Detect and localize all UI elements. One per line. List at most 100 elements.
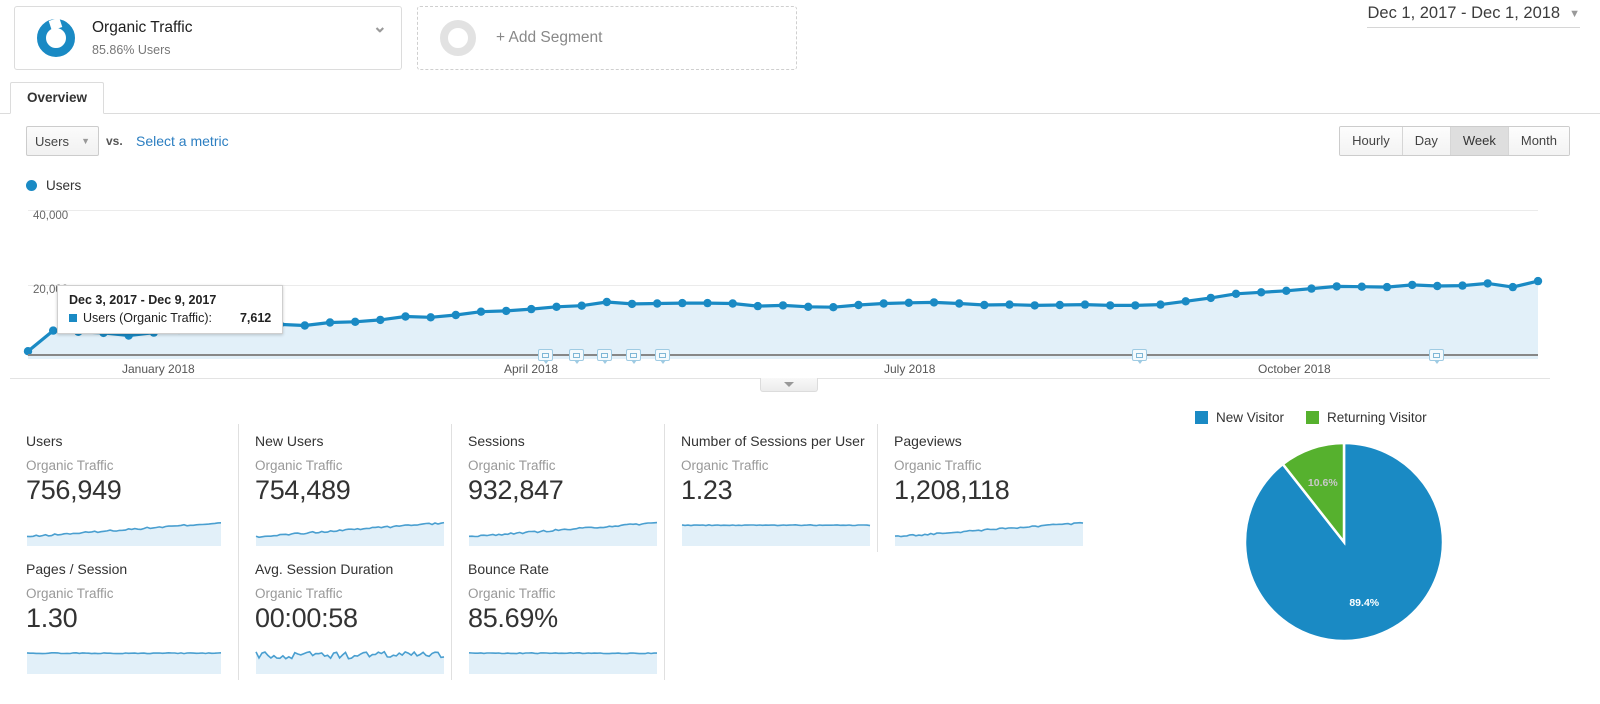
metric-card-value: 1,208,118 xyxy=(894,475,1010,505)
chevron-down-icon[interactable]: ▼ xyxy=(1569,8,1580,20)
metric-card-sparkline xyxy=(681,523,871,546)
segment-donut-empty-icon xyxy=(440,20,476,56)
metric-card-segment: Organic Traffic xyxy=(468,458,556,473)
legend-swatch-returning-visitor-icon xyxy=(1306,411,1320,424)
metric-card-sparkline xyxy=(468,651,657,674)
metric-card-value: 754,489 xyxy=(255,475,351,505)
tooltip-series-swatch-icon xyxy=(69,314,77,322)
metric-card-segment: Organic Traffic xyxy=(26,458,114,473)
annotation-marker-glyph xyxy=(572,353,580,358)
metric-card-sparkline xyxy=(26,651,222,674)
pie-slice-label-new-visitor: 89.4% xyxy=(1349,596,1380,609)
metric-selector-row: Users ▼ vs. Select a metric Hourly Day W… xyxy=(0,126,1600,164)
metric-card-segment: Organic Traffic xyxy=(255,458,343,473)
add-segment-label: + Add Segment xyxy=(496,29,603,46)
metric-card-sessions[interactable]: Sessions Organic Traffic 932,847 xyxy=(451,424,664,552)
visitor-type-legend: New Visitor Returning Visitor xyxy=(1195,410,1427,425)
visitor-type-pie-chart[interactable]: 89.4% 10.6% xyxy=(1243,441,1445,647)
segment-name: Organic Traffic xyxy=(92,18,193,36)
chart-collapse-handle[interactable] xyxy=(760,378,818,392)
annotation-marker-glyph xyxy=(542,353,550,358)
metric-card-title: Bounce Rate xyxy=(468,561,549,577)
tab-strip: Overview xyxy=(0,82,1600,114)
metric-card-sparkline xyxy=(468,521,658,546)
legend-label-new-visitor: New Visitor xyxy=(1216,410,1285,425)
tooltip-series-value: 7,612 xyxy=(239,311,272,325)
metric-card-sparkline xyxy=(255,650,445,674)
x-axis-line xyxy=(28,354,1538,356)
metric-card-title: Pageviews xyxy=(894,433,962,449)
metric-card-sparkline xyxy=(894,521,1084,546)
x-axis-tick-october-2018: October 2018 xyxy=(1258,362,1331,376)
granularity-week-button[interactable]: Week xyxy=(1450,127,1509,155)
metric-card-bounce-rate[interactable]: Bounce Rate Organic Traffic 85.69% xyxy=(451,552,664,680)
metric-card-avg-session-duration[interactable]: Avg. Session Duration Organic Traffic 00… xyxy=(238,552,451,680)
metric-card-title: New Users xyxy=(255,433,324,449)
metric-card-title: Users xyxy=(26,433,63,449)
primary-metric-dropdown[interactable]: Users ▼ xyxy=(26,126,99,156)
annotation-marker-icon[interactable] xyxy=(625,349,641,364)
annotation-marker-glyph xyxy=(1135,353,1143,358)
annotation-marker-icon[interactable] xyxy=(597,349,613,364)
x-axis-tick-april-2018: April 2018 xyxy=(504,362,559,376)
granularity-hourly-button[interactable]: Hourly xyxy=(1340,127,1403,155)
legend-dot-users-icon xyxy=(26,180,37,191)
granularity-month-button[interactable]: Month xyxy=(1508,127,1569,155)
metric-card-title: Sessions xyxy=(468,433,525,449)
metric-card-value: 932,847 xyxy=(468,475,564,505)
segment-chip-text: Organic Traffic 85.86% Users xyxy=(92,18,193,59)
metric-card-value: 1.30 xyxy=(26,603,78,633)
segment-donut-icon xyxy=(37,19,75,57)
metric-card-title: Avg. Session Duration xyxy=(255,561,394,577)
add-segment-button[interactable]: + Add Segment xyxy=(417,6,797,70)
x-axis-tick-july-2018: July 2018 xyxy=(884,362,936,376)
annotation-marker-icon[interactable] xyxy=(1429,349,1445,364)
segment-subtitle: 85.86% Users xyxy=(92,42,171,57)
chevron-down-icon[interactable]: ⌄ xyxy=(373,17,387,37)
metric-card-value: 00:00:58 xyxy=(255,603,358,633)
legend-item-new-visitor[interactable]: New Visitor xyxy=(1195,410,1284,425)
tooltip-date-range: Dec 3, 2017 - Dec 9, 2017 xyxy=(69,293,217,307)
segment-chip-organic-traffic[interactable]: Organic Traffic 85.86% Users ⌄ xyxy=(14,6,402,70)
metric-card-pages-per-session[interactable]: Pages / Session Organic Traffic 1.30 xyxy=(10,552,238,680)
vs-label: vs. xyxy=(106,134,123,148)
primary-metric-label: Users xyxy=(35,133,69,149)
annotation-marker-glyph xyxy=(1433,353,1441,358)
x-axis-tick-january-2018: January 2018 xyxy=(122,362,195,376)
annotation-marker-glyph xyxy=(601,353,609,358)
annotation-marker-icon[interactable] xyxy=(1131,349,1147,364)
pie-slice-label-returning-visitor: 10.6% xyxy=(1307,476,1338,489)
tab-overview[interactable]: Overview xyxy=(10,82,105,114)
annotation-marker-icon[interactable] xyxy=(538,349,554,364)
metric-card-value: 1.23 xyxy=(681,475,733,505)
legend-label-users: Users xyxy=(46,178,82,193)
annotation-marker-icon[interactable] xyxy=(654,349,670,364)
metric-card-value: 85.69% xyxy=(468,603,558,633)
metric-card-users[interactable]: Users Organic Traffic 756,949 xyxy=(10,424,238,552)
date-range-picker[interactable]: Dec 1, 2017 - Dec 1, 2018 ▼ xyxy=(1367,4,1580,28)
metric-card-sessions-per-user[interactable]: Number of Sessions per User Organic Traf… xyxy=(664,424,877,552)
metric-card-segment: Organic Traffic xyxy=(468,586,556,601)
metric-card-title: Pages / Session xyxy=(26,561,128,577)
granularity-toggle-group: Hourly Day Week Month xyxy=(1339,126,1570,156)
date-range-text: Dec 1, 2017 - Dec 1, 2018 xyxy=(1367,4,1561,22)
annotation-marker-glyph xyxy=(629,353,637,358)
annotation-marker-glyph xyxy=(658,353,666,358)
chart-legend: Users xyxy=(26,178,81,193)
metric-card-pageviews[interactable]: Pageviews Organic Traffic 1,208,118 xyxy=(877,424,1090,552)
metric-card-new-users[interactable]: New Users Organic Traffic 754,489 xyxy=(238,424,451,552)
annotation-marker-icon[interactable] xyxy=(568,349,584,364)
metric-card-segment: Organic Traffic xyxy=(681,458,769,473)
metric-cards-row-1: Users Organic Traffic 756,949 New Users … xyxy=(10,424,1100,552)
metric-card-sparkline xyxy=(255,521,445,546)
chevron-down-icon xyxy=(784,382,794,387)
metric-cards-row-2: Pages / Session Organic Traffic 1.30 Avg… xyxy=(10,552,1100,680)
select-a-metric-link[interactable]: Select a metric xyxy=(136,133,229,149)
metric-card-segment: Organic Traffic xyxy=(26,586,114,601)
analytics-overview-page: Organic Traffic 85.86% Users ⌄ + Add Seg… xyxy=(0,0,1600,704)
granularity-day-button[interactable]: Day xyxy=(1402,127,1451,155)
metric-cards: Users Organic Traffic 756,949 New Users … xyxy=(10,424,1100,680)
legend-item-returning-visitor[interactable]: Returning Visitor xyxy=(1306,410,1427,425)
pie-chart-svg xyxy=(1243,441,1445,643)
chevron-down-icon: ▼ xyxy=(81,136,90,146)
